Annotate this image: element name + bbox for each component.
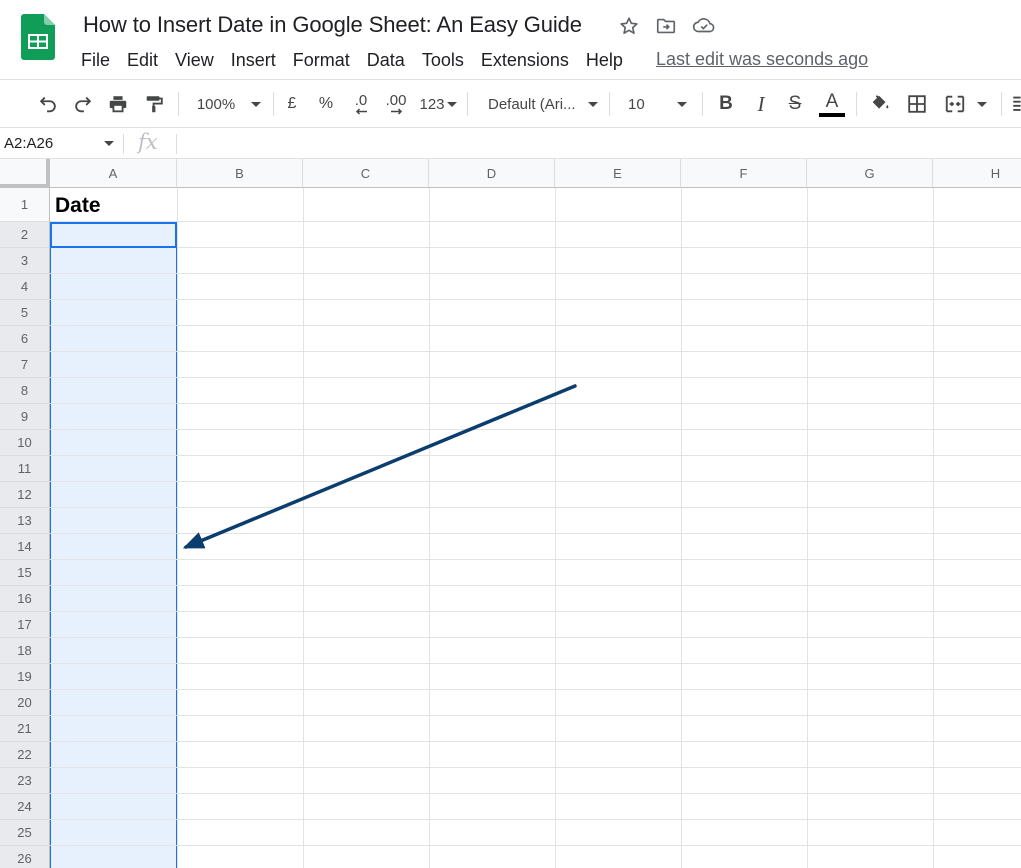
formula-input[interactable] [182, 129, 1021, 158]
menu-help[interactable]: Help [586, 50, 632, 71]
document-title[interactable]: How to Insert Date in Google Sheet: An E… [83, 12, 582, 38]
chevron-down-icon [104, 141, 114, 146]
menu-edit[interactable]: Edit [127, 50, 167, 71]
italic-button[interactable]: I [750, 90, 772, 118]
menu-insert[interactable]: Insert [231, 50, 285, 71]
borders-icon[interactable] [905, 90, 929, 118]
align-icon[interactable] [1011, 90, 1021, 118]
percent-format-button[interactable]: % [317, 90, 335, 118]
spreadsheet-grid: A B C D E F G H 1 2 3 4 5 6 7 8 9 10 11 12 13 14 15 16 1… [0, 159, 1021, 868]
arrow-right-icon [391, 108, 403, 115]
currency-format-button[interactable]: £ [283, 90, 301, 118]
google-sheets-logo-icon[interactable] [21, 14, 55, 60]
strikethrough-button[interactable]: S [784, 90, 806, 118]
chevron-down-icon [446, 101, 457, 107]
merge-cells-select[interactable] [943, 90, 993, 118]
formula-bar: A2:A26 fx [0, 129, 1021, 159]
move-to-folder-icon[interactable] [654, 14, 678, 38]
font-family-select[interactable]: Default (Ari... [488, 90, 600, 118]
chevron-down-icon [251, 101, 262, 107]
toolbar-divider [178, 92, 179, 116]
menu-file[interactable]: File [81, 50, 119, 71]
chevron-down-icon [676, 101, 687, 107]
menu-format[interactable]: Format [293, 50, 359, 71]
undo-icon[interactable] [36, 90, 60, 118]
redo-icon[interactable] [71, 90, 95, 118]
function-icon: fx [138, 130, 158, 154]
print-icon[interactable] [106, 90, 130, 118]
menu-extensions[interactable]: Extensions [481, 50, 578, 71]
last-edit-link[interactable]: Last edit was seconds ago [656, 49, 868, 70]
text-color-swatch [819, 112, 845, 117]
toolbar-divider [856, 92, 857, 116]
chevron-down-icon [977, 101, 987, 107]
text-color-button[interactable]: A [818, 90, 846, 118]
cloud-saved-icon[interactable] [692, 14, 716, 38]
toolbar-divider [609, 92, 610, 116]
toolbar: 100% £ % .0 .00 123 Default (Ari... 10 B… [0, 80, 1021, 128]
bold-button[interactable]: B [715, 90, 737, 118]
fill-color-icon[interactable] [868, 90, 892, 118]
more-formats-select[interactable]: 123 [418, 90, 458, 118]
toolbar-divider [1001, 92, 1002, 116]
menu-bar: File Edit View Insert Format Data Tools … [81, 48, 640, 72]
toolbar-divider [702, 92, 703, 116]
formula-bar-divider [123, 134, 124, 154]
name-box[interactable]: A2:A26 [0, 129, 122, 158]
zoom-value: 100% [196, 95, 236, 113]
menu-tools[interactable]: Tools [422, 50, 473, 71]
arrow-left-icon [355, 108, 367, 115]
menu-data[interactable]: Data [367, 50, 414, 71]
toolbar-divider [273, 92, 274, 116]
font-size-select[interactable]: 10 [628, 90, 692, 118]
merge-cells-icon [945, 95, 965, 113]
header: How to Insert Date in Google Sheet: An E… [0, 0, 1021, 80]
menu-view[interactable]: View [175, 50, 223, 71]
annotation-arrow [182, 384, 577, 549]
zoom-select[interactable]: 100% [194, 90, 264, 118]
chevron-down-icon [587, 101, 598, 107]
star-icon[interactable] [617, 14, 641, 38]
decrease-decimal-button[interactable]: .0 [349, 90, 373, 118]
formula-bar-divider [176, 134, 177, 154]
paint-format-icon[interactable] [142, 90, 166, 118]
increase-decimal-button[interactable]: .00 [383, 90, 409, 118]
toolbar-divider [467, 92, 468, 116]
